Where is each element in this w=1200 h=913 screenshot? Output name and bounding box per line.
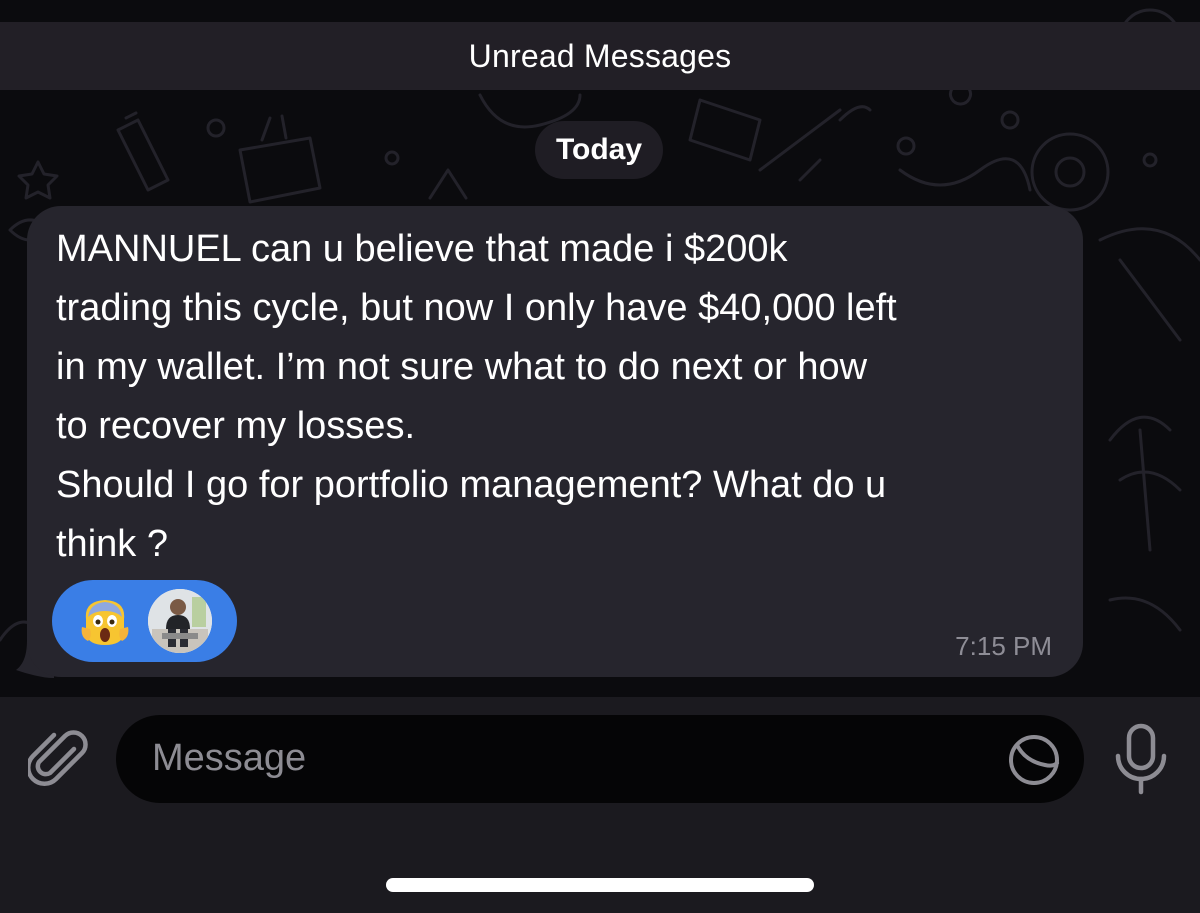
message-bubble[interactable]: MANNUEL can u believe that made i $200k … <box>27 206 1083 677</box>
face-screaming-in-fear-icon <box>81 600 129 645</box>
chat-area[interactable]: Unread Messages Today MANNUEL can u beli… <box>0 0 1200 697</box>
microphone-icon[interactable] <box>1110 722 1172 796</box>
message-input[interactable]: Message <box>116 715 1084 803</box>
home-indicator[interactable] <box>386 878 814 892</box>
message-timestamp: 7:15 PM <box>955 631 1052 661</box>
date-separator: Today <box>535 121 663 179</box>
unread-messages-divider: Unread Messages <box>0 22 1200 90</box>
message-placeholder: Message <box>152 737 307 779</box>
sticker-icon[interactable] <box>1007 733 1061 787</box>
reactor-avatar[interactable] <box>148 589 212 653</box>
date-label: Today <box>555 133 643 166</box>
person-avatar-icon <box>148 589 212 653</box>
reaction-pill[interactable] <box>52 580 237 662</box>
unread-messages-label: Unread Messages <box>468 37 732 74</box>
paperclip-icon[interactable] <box>28 727 88 791</box>
message-text: MANNUEL can u believe that made i $200k … <box>56 228 897 565</box>
